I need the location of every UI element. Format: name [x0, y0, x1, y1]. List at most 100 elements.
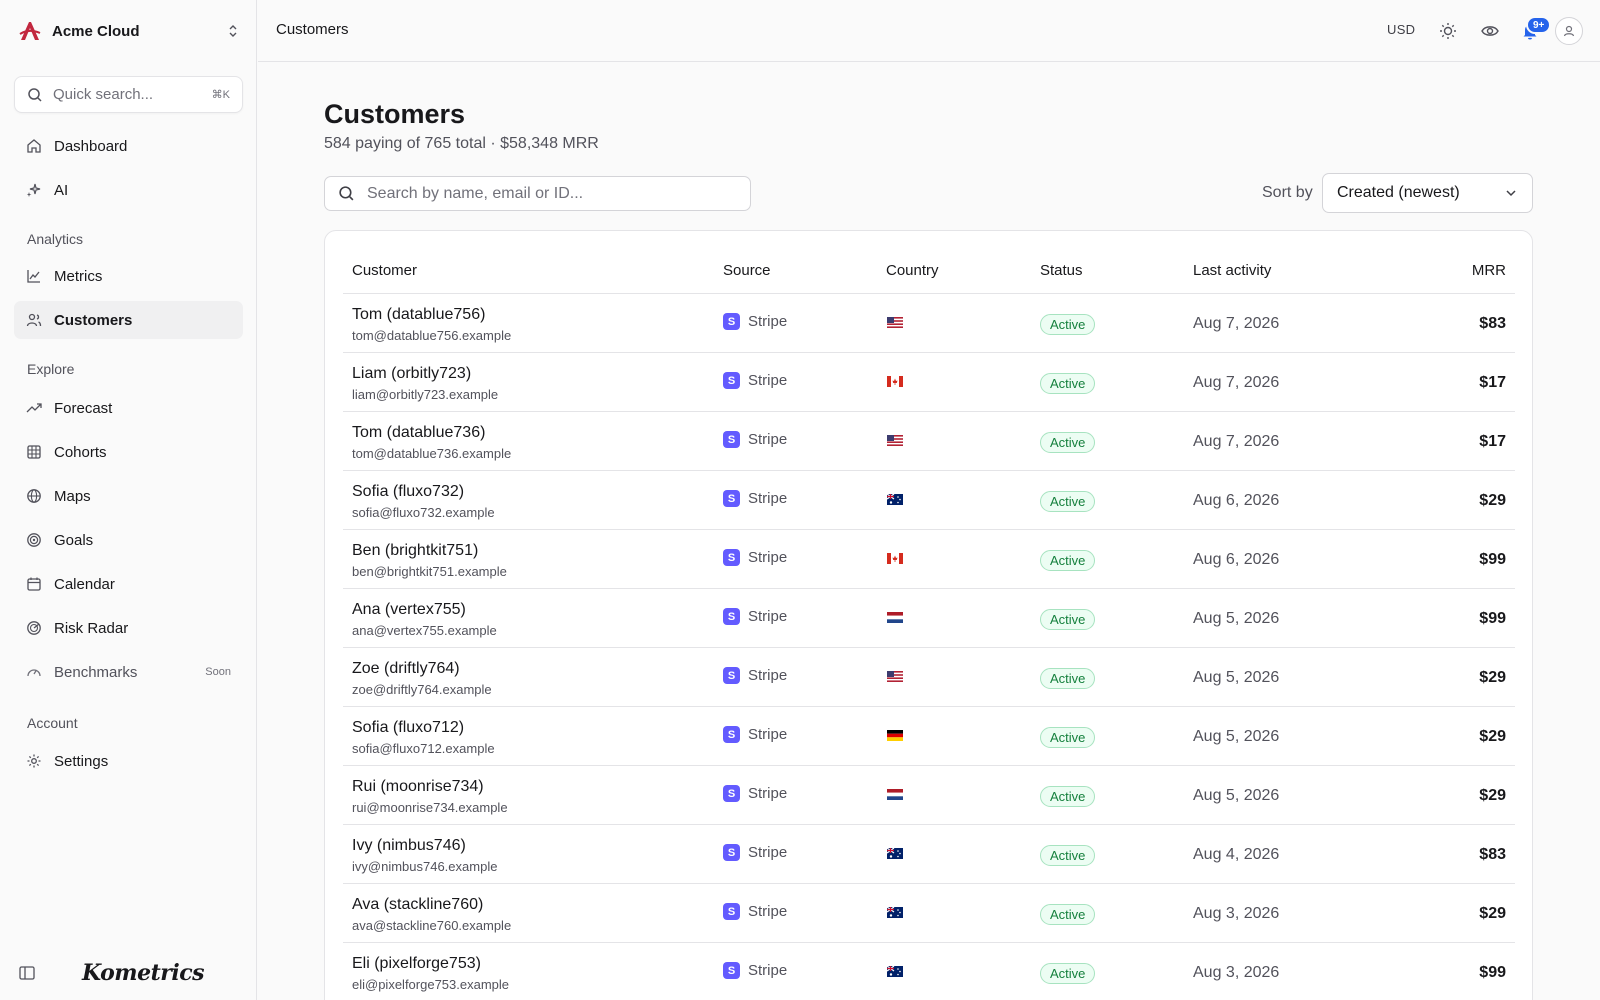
sidebar-item-forecast[interactable]: Forecast	[14, 389, 243, 427]
trending-up-icon	[26, 403, 42, 413]
sidebar-footer: Kometrics	[18, 958, 240, 988]
chevron-down-icon	[1506, 190, 1516, 197]
sort-value: Created (newest)	[1337, 184, 1460, 201]
table-row[interactable]: Tom (datablue736) tom@datablue736.example…	[343, 412, 1515, 471]
sidebar-toggle-icon[interactable]	[18, 964, 36, 982]
search-icon	[339, 186, 354, 201]
sidebar-item-customers[interactable]: Customers	[14, 301, 243, 339]
customer-name[interactable]: Eli (pixelforge753)	[352, 955, 481, 973]
quick-search[interactable]: Quick search... ⌘K	[14, 76, 243, 113]
sidebar-item-label: Maps	[54, 487, 91, 505]
section-explore: Explore	[27, 361, 75, 377]
customer-name[interactable]: Sofia (fluxo732)	[352, 483, 464, 501]
flag-nl-icon	[887, 612, 903, 623]
col-status[interactable]: Status	[1040, 262, 1083, 279]
col-last-activity[interactable]: Last activity	[1193, 262, 1271, 279]
sidebar-item-calendar[interactable]: Calendar	[14, 565, 243, 603]
sidebar-item-benchmarks[interactable]: Benchmarks Soon	[14, 653, 243, 691]
last-activity: Aug 5, 2026	[1193, 669, 1280, 686]
gear-icon	[27, 754, 41, 768]
customer-email: ben@brightkit751.example	[352, 564, 507, 579]
customer-name[interactable]: Ben (brightkit751)	[352, 542, 478, 560]
flag-nl-icon	[887, 789, 903, 800]
sidebar-item-risk-radar[interactable]: Risk Radar	[14, 609, 243, 647]
mrr-value: $99	[1479, 964, 1506, 981]
search-input[interactable]	[367, 184, 737, 203]
customer-name[interactable]: Ivy (nimbus746)	[352, 837, 466, 855]
sidebar-item-maps[interactable]: Maps	[14, 477, 243, 515]
last-activity: Aug 6, 2026	[1193, 492, 1280, 509]
avatar[interactable]	[1555, 17, 1583, 45]
sort-select[interactable]: Created (newest)	[1322, 173, 1533, 213]
workspace-name: Acme Cloud	[52, 22, 140, 40]
table-row[interactable]: Sofia (fluxo732) sofia@fluxo732.example S S…	[343, 471, 1515, 530]
table-row[interactable]: Liam (orbitly723) liam@orbitly723.example…	[343, 353, 1515, 412]
workspace-switcher[interactable]: Acme Cloud	[18, 18, 240, 44]
customer-search[interactable]	[324, 176, 751, 211]
mrr-value: $29	[1479, 492, 1506, 509]
customer-name[interactable]: Tom (datablue756)	[352, 306, 485, 324]
customer-name[interactable]: Zoe (driftly764)	[352, 660, 460, 678]
sidebar-item-ai[interactable]: AI	[14, 171, 243, 209]
sidebar-item-cohorts[interactable]: Cohorts	[14, 433, 243, 471]
source-label: Stripe	[748, 667, 788, 684]
sidebar-item-dashboard[interactable]: Dashboard	[14, 127, 243, 165]
table-row[interactable]: Ben (brightkit751) ben@brightkit751.examp…	[343, 530, 1515, 589]
sidebar-item-label: Risk Radar	[54, 619, 129, 637]
flag-us-icon	[887, 671, 903, 682]
flag-ca-icon	[887, 376, 903, 387]
status-badge: Active	[1040, 963, 1096, 984]
eye-icon[interactable]	[1480, 21, 1500, 41]
table-row[interactable]: Eli (pixelforge753) eli@pixelforge753.exa…	[343, 943, 1515, 1000]
stripe-icon: S	[723, 726, 740, 743]
flag-au-icon	[887, 907, 903, 918]
gauge-icon	[27, 669, 41, 677]
customer-email: sofia@fluxo712.example	[352, 741, 495, 756]
flag-ca-icon	[887, 553, 903, 564]
table-row[interactable]: Sofia (fluxo712) sofia@fluxo712.example S S…	[343, 707, 1515, 766]
sidebar-item-settings[interactable]: Settings	[14, 742, 243, 780]
col-mrr[interactable]: MRR	[1472, 262, 1506, 279]
topbar: Customers USD 9+	[258, 0, 1600, 62]
table-row[interactable]: Ava (stackline760) ava@stackline760.examp…	[343, 884, 1515, 943]
nav-explore: Forecast Cohorts Maps Goals Calendar Ris…	[14, 389, 243, 691]
stripe-icon: S	[723, 608, 740, 625]
table-row[interactable]: Zoe (driftly764) zoe@driftly764.example S S…	[343, 648, 1515, 707]
calendar-icon	[27, 577, 41, 591]
last-activity: Aug 5, 2026	[1193, 787, 1280, 804]
table-row[interactable]: Tom (datablue756) tom@datablue756.example…	[343, 294, 1515, 353]
nav-primary: Dashboard AI	[14, 127, 243, 209]
customers-table: Customer Source Country Status Last acti…	[324, 230, 1533, 1000]
source-cell: S Stripe	[723, 549, 787, 566]
currency-selector[interactable]: USD	[1387, 22, 1415, 37]
last-activity: Aug 7, 2026	[1193, 315, 1280, 332]
table-row[interactable]: Rui (moonrise734) rui@moonrise734.example…	[343, 766, 1515, 825]
col-customer[interactable]: Customer	[352, 262, 417, 279]
last-activity: Aug 4, 2026	[1193, 846, 1280, 863]
customer-name[interactable]: Liam (orbitly723)	[352, 365, 471, 383]
sidebar-item-goals[interactable]: Goals	[14, 521, 243, 559]
col-source[interactable]: Source	[723, 262, 771, 279]
table-row[interactable]: Ivy (nimbus746) ivy@nimbus746.example S Str…	[343, 825, 1515, 884]
sidebar-item-label: Dashboard	[54, 137, 128, 155]
stripe-icon: S	[723, 962, 740, 979]
customer-name[interactable]: Ana (vertex755)	[352, 601, 466, 619]
sun-icon[interactable]	[1438, 21, 1458, 41]
customer-name[interactable]: Rui (moonrise734)	[352, 778, 484, 796]
customer-name[interactable]: Sofia (fluxo712)	[352, 719, 464, 737]
stripe-icon: S	[723, 785, 740, 802]
source-label: Stripe	[748, 490, 788, 507]
source-label: Stripe	[748, 549, 788, 566]
sidebar-item-metrics[interactable]: Metrics	[14, 257, 243, 295]
flag-au-icon	[887, 848, 903, 859]
col-country[interactable]: Country	[886, 262, 939, 279]
flag-au-icon	[887, 966, 903, 977]
table-row[interactable]: Ana (vertex755) ana@vertex755.example S Str…	[343, 589, 1515, 648]
customer-email: tom@datablue756.example	[352, 328, 512, 343]
source-label: Stripe	[748, 313, 788, 330]
sidebar-item-label: Customers	[54, 311, 133, 329]
customer-name[interactable]: Tom (datablue736)	[352, 424, 485, 442]
customer-email: ana@vertex755.example	[352, 623, 497, 638]
customer-name[interactable]: Ava (stackline760)	[352, 896, 483, 914]
source-cell: S Stripe	[723, 962, 787, 979]
